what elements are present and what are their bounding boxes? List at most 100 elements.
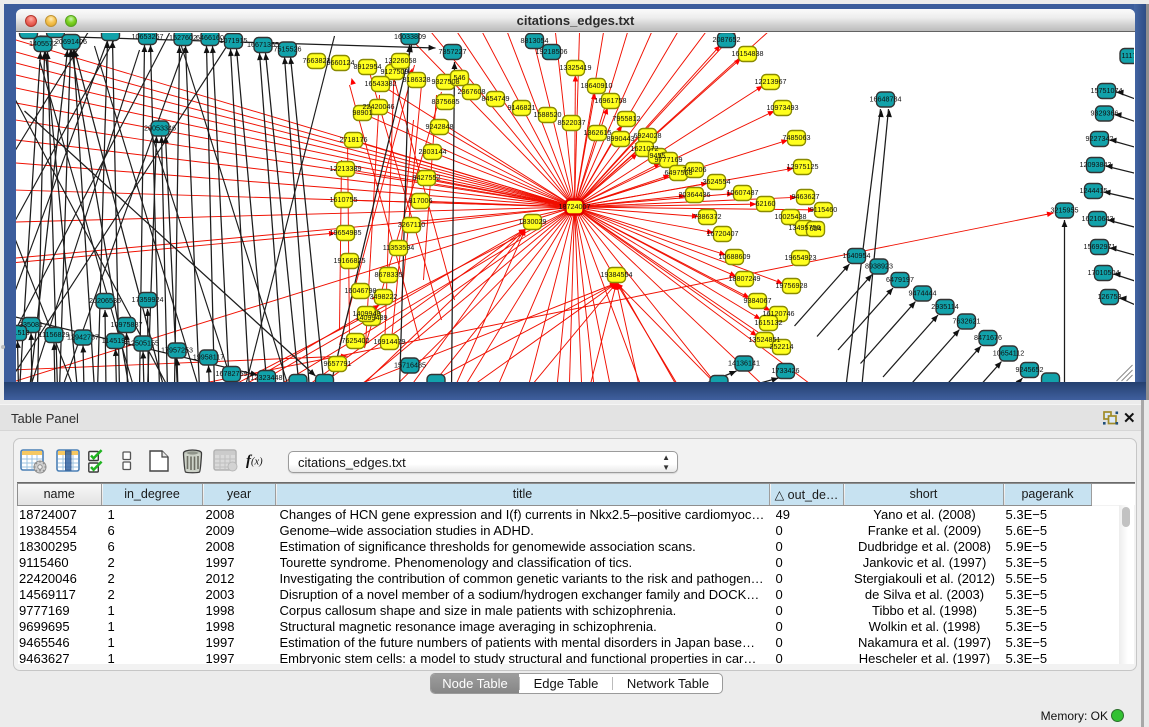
svg-text:1527602: 1527602 <box>169 33 197 42</box>
svg-text:16210643: 16210643 <box>1082 214 1114 223</box>
svg-text:7485063: 7485063 <box>783 133 811 142</box>
svg-text:19654985: 19654985 <box>330 228 362 237</box>
svg-text:16782759: 16782759 <box>216 369 248 378</box>
svg-text:20053346: 20053346 <box>144 124 176 133</box>
svg-text:1071915: 1071915 <box>220 36 248 45</box>
svg-text:15692971: 15692971 <box>1084 242 1116 251</box>
svg-text:8522037: 8522037 <box>558 118 586 127</box>
svg-text:252214: 252214 <box>770 342 794 351</box>
svg-text:10653267: 10653267 <box>132 33 164 41</box>
svg-text:8427552: 8427552 <box>413 173 441 182</box>
svg-text:16961758: 16961758 <box>595 96 627 105</box>
svg-text:546: 546 <box>454 73 466 82</box>
svg-text:2803144: 2803144 <box>419 147 447 156</box>
svg-text:6924028: 6924028 <box>634 131 662 140</box>
svg-text:3498222: 3498222 <box>370 292 398 301</box>
svg-text:19384554: 19384554 <box>601 270 633 279</box>
svg-text:16720407: 16720407 <box>707 229 739 238</box>
svg-text:8678335: 8678335 <box>375 270 403 279</box>
svg-text:8990443: 8990443 <box>607 134 635 143</box>
svg-text:17957253: 17957253 <box>161 346 193 355</box>
svg-text:9660124: 9660124 <box>327 58 355 67</box>
svg-text:11156829: 11156829 <box>39 330 70 339</box>
svg-text:9463627: 9463627 <box>792 192 820 201</box>
svg-text:10973493: 10973493 <box>767 103 799 112</box>
svg-text:3267110: 3267110 <box>398 220 425 229</box>
svg-text:19654923: 19654923 <box>785 253 817 262</box>
svg-text:19166825: 19166825 <box>334 256 366 265</box>
svg-text:19756928: 19756928 <box>776 281 808 290</box>
svg-text:8186328: 8186328 <box>403 75 431 84</box>
svg-text:1615132: 1615132 <box>755 318 783 327</box>
svg-text:10025438: 10025438 <box>775 212 807 221</box>
svg-text:9227342: 9227342 <box>1086 134 1114 143</box>
svg-text:10607487: 10607487 <box>727 188 759 197</box>
svg-text:15751074: 15751074 <box>1091 86 1123 95</box>
svg-text:8938923: 8938923 <box>865 262 893 271</box>
svg-text:9474444: 9474444 <box>909 289 937 298</box>
svg-text:12093843: 12093843 <box>1080 160 1112 169</box>
svg-text:8471676: 8471676 <box>974 333 1002 342</box>
svg-text:1640954: 1640954 <box>843 251 871 260</box>
svg-text:7515526: 7515526 <box>274 45 302 54</box>
svg-text:1145194: 1145194 <box>102 336 129 345</box>
svg-text:20691406: 20691406 <box>55 37 87 46</box>
svg-text:11353594: 11353594 <box>383 243 414 252</box>
svg-text:746206: 746206 <box>683 165 707 174</box>
svg-text:6479197: 6479197 <box>886 275 914 284</box>
svg-text:2087652: 2087652 <box>713 35 741 44</box>
svg-text:1830029: 1830029 <box>519 217 547 226</box>
svg-text:17359924: 17359924 <box>132 295 164 304</box>
svg-text:7357227: 7357227 <box>439 47 467 56</box>
svg-text:16648784: 16648784 <box>870 95 902 104</box>
svg-text:12323448: 12323448 <box>251 373 283 382</box>
svg-text:3624554: 3624554 <box>703 177 731 186</box>
svg-text:3215955: 3215955 <box>1051 206 1079 215</box>
svg-text:9115460: 9115460 <box>810 205 837 214</box>
svg-text:16120746: 16120746 <box>763 309 795 318</box>
svg-text:12942737: 12942737 <box>67 333 99 342</box>
svg-text:2935114: 2935114 <box>931 302 958 311</box>
svg-text:8454749: 8454749 <box>482 94 510 103</box>
svg-text:12505155: 12505155 <box>127 339 159 348</box>
svg-text:19218506: 19218506 <box>536 47 568 56</box>
svg-text:16543382: 16543382 <box>365 79 397 88</box>
svg-text:8813054: 8813054 <box>521 36 549 45</box>
svg-text:18807249: 18807249 <box>729 274 761 283</box>
svg-text:9777169: 9777169 <box>655 155 683 164</box>
svg-text:9657791: 9657791 <box>324 359 352 368</box>
svg-text:12213967: 12213967 <box>755 77 787 86</box>
svg-text:7625402: 7625402 <box>342 336 370 345</box>
svg-text:18640910: 18640910 <box>581 81 613 90</box>
svg-text:10688609: 10688609 <box>719 252 751 261</box>
svg-text:9242848: 9242848 <box>426 122 454 131</box>
svg-text:16033809: 16033809 <box>394 33 426 41</box>
svg-text:16154838: 16154838 <box>732 49 764 58</box>
svg-text:126753: 126753 <box>1098 292 1122 301</box>
svg-text:1244415: 1244415 <box>1080 186 1108 195</box>
svg-text:817006: 817006 <box>409 196 433 205</box>
svg-text:19958117: 19958117 <box>193 353 224 362</box>
svg-text:604: 604 <box>810 224 822 233</box>
svg-text:1117: 1117 <box>1122 51 1134 60</box>
svg-text:9329366: 9329366 <box>1091 109 1119 118</box>
svg-text:8375685: 8375685 <box>432 97 460 106</box>
svg-text:7386372: 7386372 <box>694 212 722 221</box>
svg-text:98901: 98901 <box>353 108 373 117</box>
svg-text:9384067: 9384067 <box>744 296 772 305</box>
svg-text:12213389: 12213389 <box>330 164 362 173</box>
svg-text:391513: 391513 <box>16 328 29 337</box>
svg-text:7632621: 7632621 <box>953 317 981 326</box>
svg-text:10975887: 10975887 <box>111 320 143 329</box>
svg-text:18724007: 18724007 <box>559 202 591 211</box>
svg-text:2718176: 2718176 <box>340 135 368 144</box>
svg-text:20364436: 20364436 <box>679 190 711 199</box>
svg-text:1405572: 1405572 <box>29 39 57 48</box>
svg-text:1610755: 1610755 <box>330 195 358 204</box>
svg-text:(x): (x) <box>251 457 263 468</box>
svg-text:1733426: 1733426 <box>772 366 800 375</box>
svg-text:9245652: 9245652 <box>1016 365 1044 374</box>
svg-text:15716485: 15716485 <box>394 361 426 370</box>
svg-text:14136141: 14136141 <box>728 359 760 368</box>
svg-text:17010504: 17010504 <box>1088 268 1120 277</box>
